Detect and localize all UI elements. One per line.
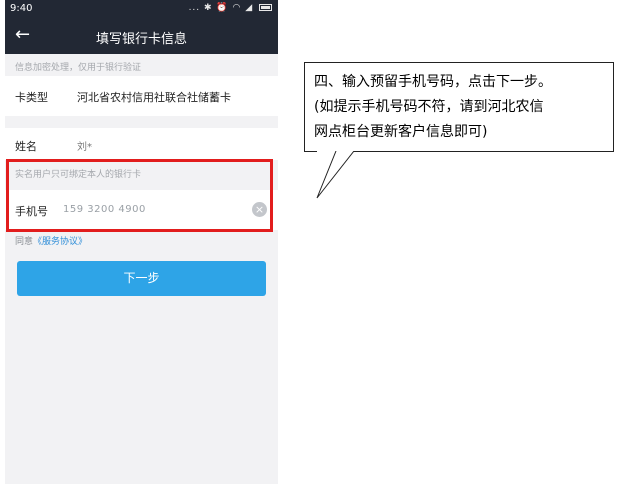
highlight-box [6, 159, 273, 232]
card-type-value: 河北省农村信用社联合社储蓄卡 [77, 91, 231, 104]
page-title: 填写银行卡信息 [95, 32, 187, 47]
phone-screen: 9:40 ... ✱ ⏰ ◠ ◢ ← 填写银行卡信息 信息加密处理，仅用于银行验… [5, 0, 278, 484]
callout-line-3: 网点柜台更新客户信息即可) [314, 124, 488, 140]
status-indicator-icons: ... ✱ ⏰ ◠ ◢ [188, 3, 254, 13]
name-row: 姓名 刘* [5, 128, 278, 160]
status-time: 9:40 [10, 3, 33, 14]
battery-icon [259, 4, 272, 11]
encrypt-hint: 信息加密处理，仅用于银行验证 [15, 63, 142, 73]
name-label: 姓名 [15, 140, 37, 153]
callout-line-2: (如提示手机号码不符，请到河北农信 [314, 99, 544, 115]
agreement-prefix: 同意 [15, 237, 34, 247]
next-step-button[interactable]: 下一步 [17, 261, 266, 296]
status-bar: 9:40 ... ✱ ⏰ ◠ ◢ [5, 0, 278, 18]
callout-line-1: 四、输入预留手机号码，点击下一步。 [314, 74, 552, 90]
status-icons: ... ✱ ⏰ ◠ ◢ [189, 3, 272, 13]
card-type-row: 卡类型 河北省农村信用社联合社储蓄卡 [5, 76, 278, 116]
callout-pointer [316, 151, 355, 199]
card-type-label: 卡类型 [15, 91, 48, 104]
instruction-callout: 四、输入预留手机号码，点击下一步。 (如提示手机号码不符，请到河北农信 网点柜台… [304, 62, 614, 152]
name-value: 刘* [77, 142, 92, 153]
agreement-text: 同意《服务协议》 [15, 234, 87, 247]
service-agreement-link[interactable]: 《服务协议》 [33, 237, 87, 247]
nav-bar: ← 填写银行卡信息 [5, 18, 278, 54]
